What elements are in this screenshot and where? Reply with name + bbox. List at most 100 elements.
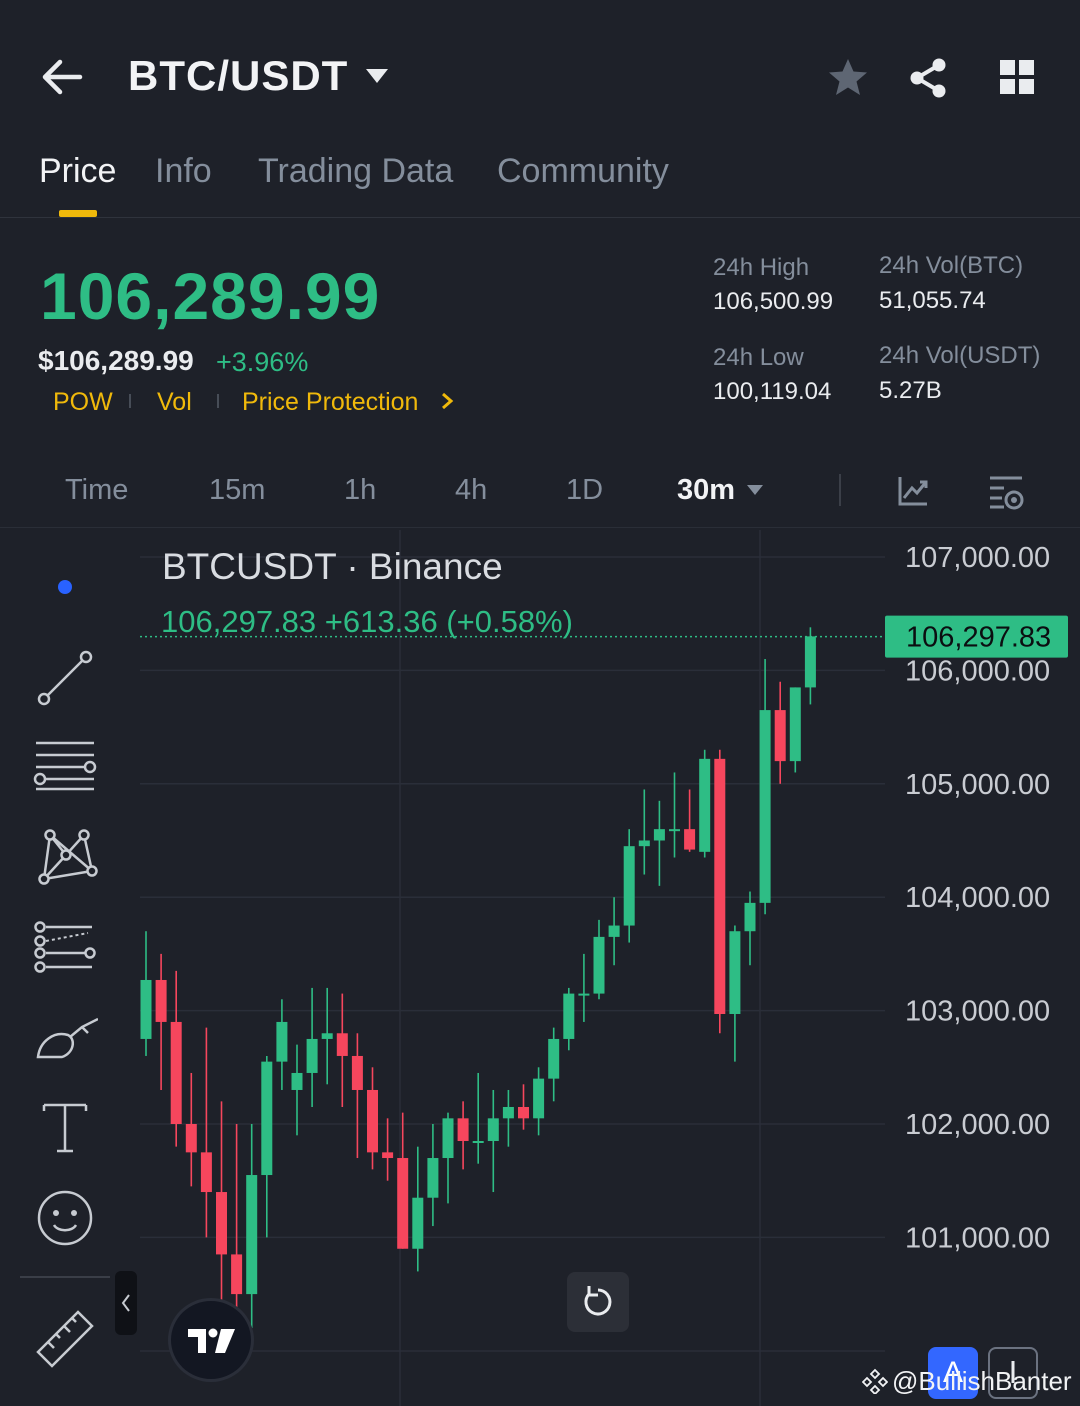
interval-4h[interactable]: 4h xyxy=(455,474,487,507)
tradingview-logo[interactable] xyxy=(168,1298,254,1382)
interval-1d[interactable]: 1D xyxy=(566,474,603,507)
chevron-right-icon[interactable] xyxy=(440,392,454,410)
candle-body xyxy=(170,1021,182,1124)
candle-body xyxy=(759,710,771,903)
candle-body xyxy=(140,979,152,1039)
chart-settings-icon[interactable] xyxy=(986,472,1026,512)
crosshair-tool-dot[interactable] xyxy=(58,580,72,594)
active-tab-indicator xyxy=(59,210,97,217)
change-percent: +3.96% xyxy=(216,347,309,377)
vol-btc-label: 24h Vol(BTC) xyxy=(879,252,1024,279)
brush-icon[interactable] xyxy=(32,1005,98,1071)
indicator-icon[interactable] xyxy=(896,474,930,508)
candle-body xyxy=(216,1192,227,1255)
candle-body xyxy=(789,687,801,762)
last-price-tag-label: 106,297.83 xyxy=(906,622,1051,654)
candle-body xyxy=(804,636,816,688)
y-axis-label: 106,000.00 xyxy=(905,655,1050,687)
low-label: 24h Low xyxy=(713,344,804,371)
text-tool-icon[interactable] xyxy=(32,1095,98,1161)
candle-body xyxy=(397,1158,409,1249)
reset-chart-button[interactable] xyxy=(567,1272,629,1332)
horizontal-lines-icon[interactable] xyxy=(32,735,98,801)
tag-divider xyxy=(129,394,131,408)
candle-body xyxy=(653,829,665,841)
high-label: 24h High xyxy=(713,254,810,281)
candle-body xyxy=(231,1254,243,1295)
tag-pow[interactable]: POW xyxy=(53,388,113,417)
candle-body xyxy=(714,758,726,1015)
pattern-tool-icon[interactable] xyxy=(32,825,98,891)
chart-symbol-title: BTCUSDT · Binance xyxy=(162,546,503,587)
last-price: 106,289.99 xyxy=(40,259,381,333)
y-axis-label: 107,000.00 xyxy=(905,542,1050,574)
candle-body xyxy=(684,829,696,850)
tab-price[interactable]: Price xyxy=(39,152,116,191)
candle-body xyxy=(774,710,786,762)
binance-logo-icon xyxy=(862,1368,888,1394)
candle-body xyxy=(487,1118,499,1142)
tag-price-protection[interactable]: Price Protection xyxy=(242,388,418,417)
interval-15m[interactable]: 15m xyxy=(209,474,265,507)
candle-body xyxy=(533,1078,545,1119)
ruler-icon[interactable] xyxy=(32,1306,98,1372)
candle-body xyxy=(518,1106,529,1119)
share-icon[interactable] xyxy=(906,56,950,100)
interval-30m[interactable]: 30m xyxy=(677,474,735,507)
candle-body xyxy=(442,1118,454,1159)
candle-body xyxy=(502,1106,514,1119)
candle-body xyxy=(608,925,620,937)
candle-body xyxy=(729,931,741,1015)
tab-trading-data[interactable]: Trading Data xyxy=(258,152,453,191)
candle-body xyxy=(563,993,575,1039)
candle-body xyxy=(427,1158,439,1198)
candle-body xyxy=(336,1033,348,1056)
trend-line-icon[interactable] xyxy=(32,645,98,711)
y-axis-label: 105,000.00 xyxy=(905,769,1050,801)
toolbar-collapse-handle[interactable] xyxy=(115,1271,137,1335)
chevron-down-icon[interactable] xyxy=(364,66,390,86)
toolbar-divider xyxy=(20,1276,110,1278)
low-value: 100,119.04 xyxy=(713,378,832,405)
candle-body xyxy=(291,1072,303,1090)
chart-quote: 106,297.83 +613.36 (+0.58%) xyxy=(161,604,573,639)
candle-body xyxy=(246,1175,258,1295)
back-arrow-icon[interactable] xyxy=(38,55,86,99)
interval-time[interactable]: Time xyxy=(65,474,128,507)
y-axis-label: 102,000.00 xyxy=(905,1109,1050,1141)
candle-body xyxy=(185,1124,197,1153)
emoji-icon[interactable] xyxy=(32,1185,98,1251)
candle-body xyxy=(669,829,680,832)
tab-info[interactable]: Info xyxy=(155,152,212,191)
candle-body xyxy=(200,1152,212,1193)
candle-body xyxy=(306,1038,318,1073)
interval-1h[interactable]: 1h xyxy=(344,474,376,507)
high-value: 106,500.99 xyxy=(713,288,834,315)
pair-title[interactable]: BTC/USDT xyxy=(128,52,348,100)
y-axis-label: 101,000.00 xyxy=(905,1222,1050,1254)
candle-body xyxy=(548,1038,560,1079)
tag-divider xyxy=(217,394,219,408)
tab-community[interactable]: Community xyxy=(497,152,669,191)
candle-body xyxy=(261,1061,273,1176)
chevron-down-icon[interactable] xyxy=(746,484,764,496)
tradingview-logo-icon xyxy=(188,1328,235,1353)
tab-bar: Price Info Trading Data Community xyxy=(0,140,1080,218)
candle-body xyxy=(382,1152,394,1159)
usd-price: $106,289.99 xyxy=(38,345,194,376)
tag-vol[interactable]: Vol xyxy=(157,388,192,417)
star-icon[interactable] xyxy=(826,56,870,100)
candle-body xyxy=(155,979,167,1022)
candle-body xyxy=(638,840,650,847)
grid-icon[interactable] xyxy=(998,58,1036,96)
candle-body xyxy=(321,1033,333,1039)
candle-body xyxy=(412,1197,424,1249)
interval-divider xyxy=(839,474,841,506)
fib-retracement-icon[interactable] xyxy=(32,915,98,981)
candle-body xyxy=(744,902,756,932)
candle-body xyxy=(472,1141,484,1144)
candle-body xyxy=(593,936,605,994)
watermark: @BullishBanter xyxy=(892,1366,1072,1396)
top-bar: BTC/USDT xyxy=(0,0,1080,150)
vol-btc-value: 51,055.74 xyxy=(879,287,986,314)
